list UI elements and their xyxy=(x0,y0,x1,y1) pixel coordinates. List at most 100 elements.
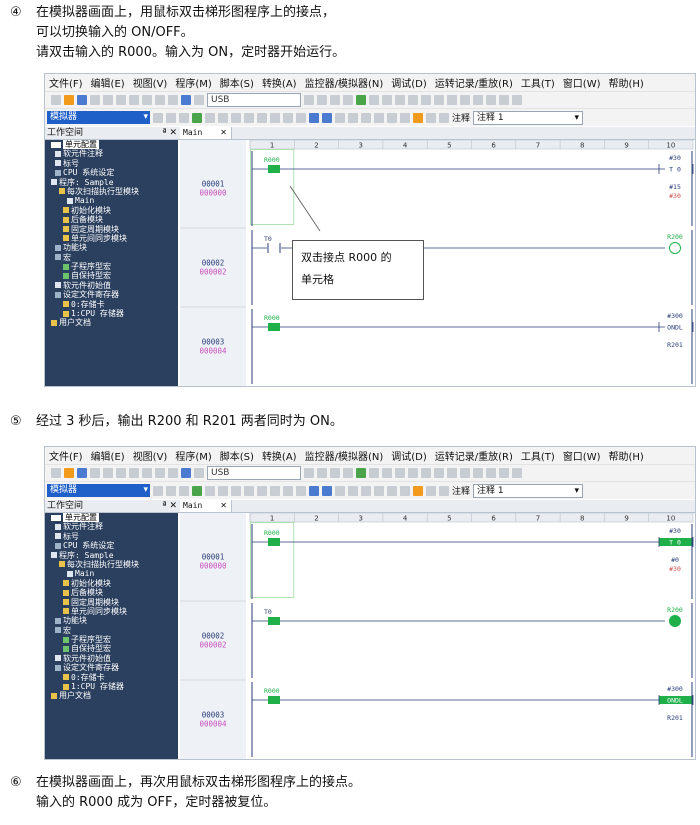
menu-item[interactable]: 调试(D) xyxy=(391,75,427,90)
tree-item[interactable]: 每次扫描执行型模块 xyxy=(45,560,178,569)
undo-icon[interactable] xyxy=(129,95,139,105)
breakpoint-icon[interactable] xyxy=(296,112,306,123)
stop-sim-icon[interactable] xyxy=(335,485,345,496)
function-icon[interactable] xyxy=(486,95,496,105)
hand-icon[interactable] xyxy=(413,112,423,123)
tree-item[interactable]: 设定文件寄存器 xyxy=(45,290,178,299)
menu-item[interactable]: 程序(M) xyxy=(175,448,211,463)
table-icon[interactable] xyxy=(205,485,215,496)
ladder-icon[interactable] xyxy=(421,95,431,105)
vertical-line-icon[interactable] xyxy=(499,95,509,105)
menu-item[interactable]: 脚本(S) xyxy=(220,75,254,90)
settings-icon[interactable] xyxy=(439,112,449,123)
menu-item[interactable]: 运转记录/重放(R) xyxy=(435,448,513,463)
tree-item[interactable]: 程序: Sample xyxy=(45,551,178,560)
paste-icon[interactable] xyxy=(116,95,126,105)
menu-item[interactable]: 工具(T) xyxy=(521,75,555,90)
coil-b-icon[interactable] xyxy=(473,468,483,478)
menu-item[interactable]: 监控器/模拟器(N) xyxy=(305,75,384,90)
cut-icon[interactable] xyxy=(90,95,100,105)
menu-item[interactable]: 转换(A) xyxy=(262,448,297,463)
connection-icon[interactable] xyxy=(194,468,204,478)
tree-item[interactable]: Main xyxy=(45,569,178,578)
monitor-icon[interactable] xyxy=(343,95,353,105)
tree-item[interactable]: 软元件注释 xyxy=(45,522,178,531)
tree-item[interactable]: 后备模块 xyxy=(45,588,178,597)
transfer-icon[interactable] xyxy=(304,468,314,478)
device-icon[interactable] xyxy=(395,468,405,478)
tree-item[interactable]: 单元配置 xyxy=(45,140,178,149)
menu-item[interactable]: 文件(F) xyxy=(49,448,83,463)
tree-item[interactable]: 子程序型宏 xyxy=(45,635,178,644)
tree-item[interactable]: 初始化模块 xyxy=(45,206,178,215)
transfer-icon[interactable] xyxy=(304,95,314,105)
ladder-icon[interactable] xyxy=(421,468,431,478)
contact-b-icon[interactable] xyxy=(447,95,457,105)
copy-icon[interactable] xyxy=(103,95,113,105)
tree-item[interactable]: 程序: Sample xyxy=(45,178,178,187)
tree-item[interactable]: 初始化模块 xyxy=(45,579,178,588)
tree-item[interactable]: 1:CPU 存储器 xyxy=(45,682,178,691)
fast-forward-icon[interactable] xyxy=(400,485,410,496)
pause-icon[interactable] xyxy=(322,485,332,496)
tree-item[interactable]: 用户文档 xyxy=(45,318,178,327)
rewind-icon[interactable] xyxy=(348,485,358,496)
tree-item[interactable]: 每次扫描执行型模块 xyxy=(45,187,178,196)
tree-item[interactable]: 1:CPU 存储器 xyxy=(45,309,178,318)
preview-icon[interactable] xyxy=(168,95,178,105)
tree-item[interactable]: 宏 xyxy=(45,626,178,635)
watch-icon[interactable] xyxy=(231,112,241,123)
new-file-icon[interactable] xyxy=(51,95,61,105)
coil-icon[interactable] xyxy=(460,468,470,478)
clock-icon[interactable] xyxy=(426,485,436,496)
simulator-combo[interactable]: 模拟器 xyxy=(47,484,150,497)
cut-icon[interactable] xyxy=(90,468,100,478)
menu-item[interactable]: 编辑(E) xyxy=(91,75,125,90)
step-back-icon[interactable] xyxy=(361,112,371,123)
redo-icon[interactable] xyxy=(142,468,152,478)
tree-item[interactable]: 自保持型宏 xyxy=(45,271,178,280)
tree-item[interactable]: 功能块 xyxy=(45,616,178,625)
save-icon[interactable] xyxy=(77,95,87,105)
chart-icon[interactable] xyxy=(218,112,228,123)
comment-combo[interactable]: 注释 1 xyxy=(473,483,584,498)
table-icon[interactable] xyxy=(205,112,215,123)
tree-item[interactable]: Main xyxy=(45,196,178,205)
stop-sim-icon[interactable] xyxy=(335,112,345,123)
save-icon[interactable] xyxy=(77,468,87,478)
new-file-icon[interactable] xyxy=(51,468,61,478)
menu-item[interactable]: 文件(F) xyxy=(49,75,83,90)
usb-combo[interactable]: USB xyxy=(207,93,301,107)
contact-icon[interactable] xyxy=(434,95,444,105)
convert-icon[interactable] xyxy=(382,95,392,105)
trace-icon[interactable] xyxy=(270,112,280,123)
print-icon[interactable] xyxy=(155,468,165,478)
grid-icon[interactable] xyxy=(179,112,189,123)
xref-icon[interactable] xyxy=(192,112,202,123)
convert-icon[interactable] xyxy=(382,468,392,478)
tree-item[interactable]: CPU 系统设定 xyxy=(45,168,178,177)
horizontal-line-icon[interactable] xyxy=(512,95,522,105)
workspace-close-icon[interactable]: ª ✕ xyxy=(162,127,177,139)
menu-item[interactable]: 脚本(S) xyxy=(220,448,254,463)
step-back-icon[interactable] xyxy=(361,485,371,496)
menu-item[interactable]: 转换(A) xyxy=(262,75,297,90)
menu-item[interactable]: 工具(T) xyxy=(521,448,555,463)
step-icon[interactable] xyxy=(374,485,384,496)
read-icon[interactable] xyxy=(317,95,327,105)
comment-combo[interactable]: 注释 1 xyxy=(473,110,584,125)
tree-item[interactable]: 标号 xyxy=(45,159,178,168)
monitor-icon[interactable] xyxy=(343,468,353,478)
tree-item[interactable]: 用户文档 xyxy=(45,691,178,700)
tree-item[interactable]: 后备模块 xyxy=(45,215,178,224)
list-icon[interactable] xyxy=(166,112,176,123)
contact-icon[interactable] xyxy=(434,468,444,478)
record-icon[interactable] xyxy=(283,485,293,496)
contact-b-icon[interactable] xyxy=(447,468,457,478)
paste-icon[interactable] xyxy=(116,468,126,478)
verify-icon[interactable] xyxy=(356,468,366,478)
help-icon[interactable] xyxy=(181,468,191,478)
preview-icon[interactable] xyxy=(168,468,178,478)
breakpoint-icon[interactable] xyxy=(296,485,306,496)
edit-icon[interactable] xyxy=(153,485,163,496)
